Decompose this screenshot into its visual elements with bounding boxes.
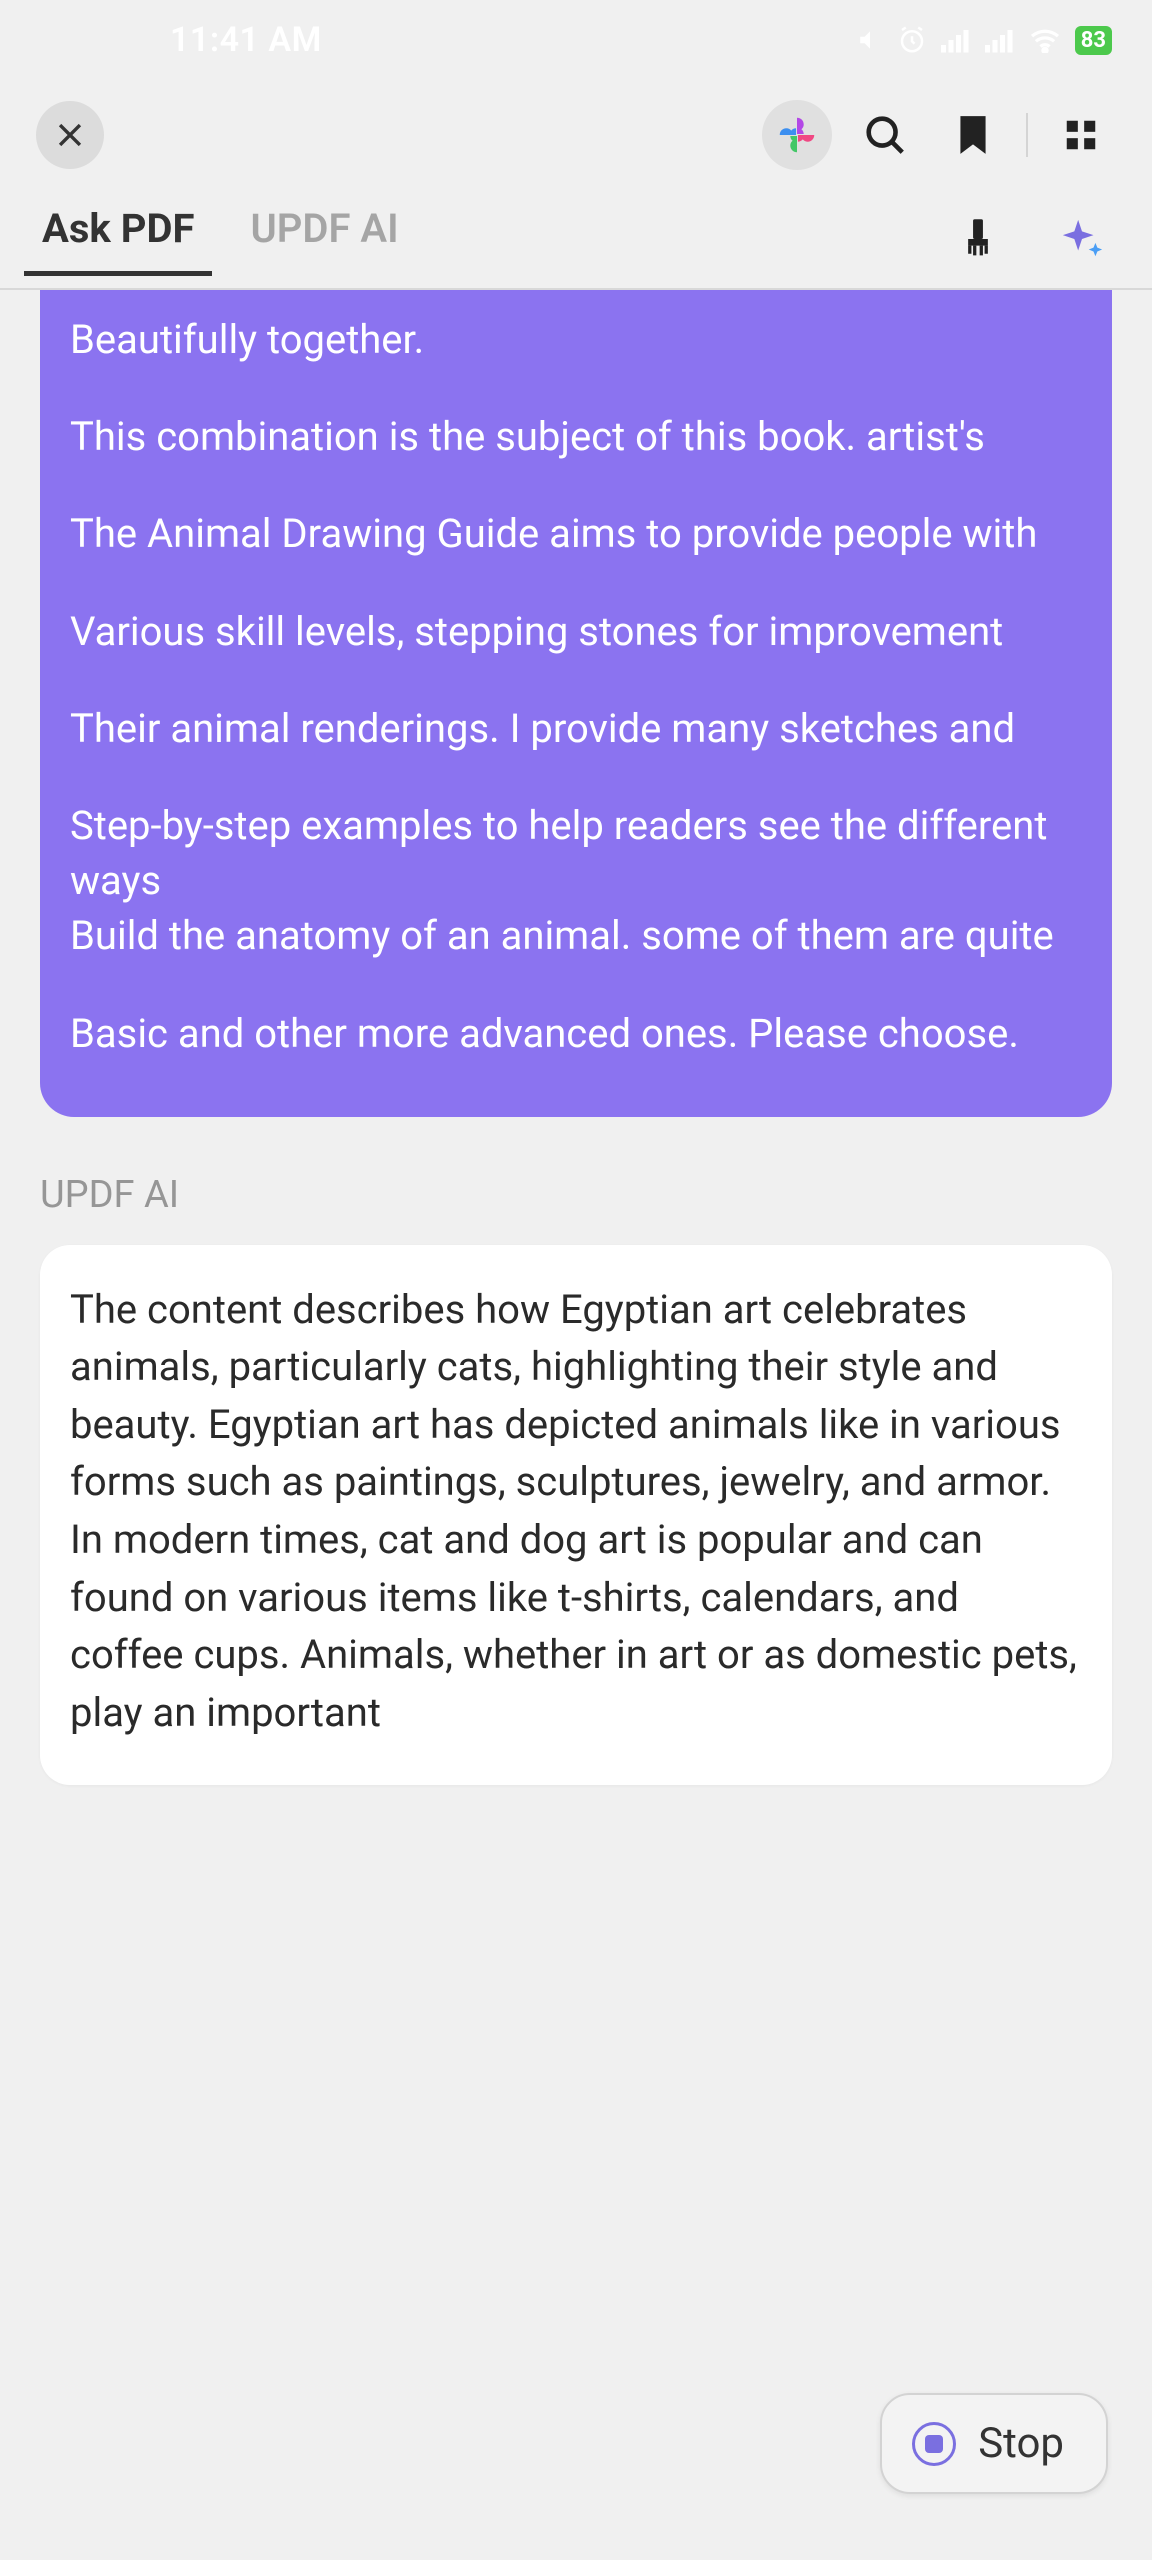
wifi-icon <box>1029 27 1061 53</box>
app-logo-button[interactable] <box>762 100 832 170</box>
divider <box>1026 113 1028 157</box>
clover-logo-icon <box>774 112 820 158</box>
bookmark-button[interactable] <box>938 113 1008 157</box>
signal-icon-2 <box>985 27 1015 53</box>
battery-indicator: 83 <box>1075 26 1112 55</box>
chat-area: Beautifully together. This combination i… <box>0 290 1152 1785</box>
status-bar: 11:41 AM 83 <box>0 0 1152 80</box>
search-icon <box>862 112 908 158</box>
user-text-line: Various skill levels, stepping stones fo… <box>70 604 1082 659</box>
stop-label: Stop <box>978 2419 1064 2468</box>
bookmark-icon <box>954 113 992 157</box>
alarm-icon <box>897 25 927 55</box>
ai-message-bubble: The content describes how Egyptian art c… <box>40 1245 1112 1786</box>
user-text-line: Basic and other more advanced ones. Plea… <box>70 1006 1082 1061</box>
menu-grid-button[interactable] <box>1046 116 1116 154</box>
status-icons: 83 <box>857 25 1112 55</box>
user-text-span: Build the anatomy of an animal. some of … <box>70 912 1054 959</box>
ai-text: The content describes how Egyptian art c… <box>70 1286 1077 1736</box>
brush-icon <box>958 216 998 262</box>
user-text-line: Step-by-step examples to help readers se… <box>70 798 1082 964</box>
status-time: 11:41 AM <box>170 20 322 60</box>
mute-icon <box>857 27 883 53</box>
user-text-line: The Animal Drawing Guide aims to provide… <box>70 506 1082 561</box>
sparkle-icon <box>1059 216 1105 262</box>
user-text-line: This combination is the subject of this … <box>70 409 1082 464</box>
battery-level: 83 <box>1081 28 1106 53</box>
user-text-line: Their animal renderings. I provide many … <box>70 701 1082 756</box>
ai-label: UPDF AI <box>40 1173 1112 1217</box>
stop-icon <box>912 2422 956 2466</box>
search-button[interactable] <box>850 112 920 158</box>
close-button[interactable] <box>36 101 104 169</box>
tabs-row: Ask PDF UPDF AI <box>0 190 1152 290</box>
sparkle-button[interactable] <box>1050 216 1114 262</box>
stop-button[interactable]: Stop <box>880 2393 1108 2494</box>
user-text-line: Beautifully together. <box>70 312 1082 367</box>
brush-button[interactable] <box>946 216 1010 262</box>
close-icon <box>53 118 87 152</box>
grid-icon <box>1062 116 1100 154</box>
top-bar <box>0 80 1152 190</box>
tab-ask-pdf[interactable]: Ask PDF <box>38 205 198 274</box>
user-message-bubble: Beautifully together. This combination i… <box>40 290 1112 1117</box>
user-text-span: Step-by-step examples to help readers se… <box>70 802 1047 904</box>
signal-icon-1 <box>941 27 971 53</box>
tab-updf-ai[interactable]: UPDF AI <box>246 205 402 274</box>
